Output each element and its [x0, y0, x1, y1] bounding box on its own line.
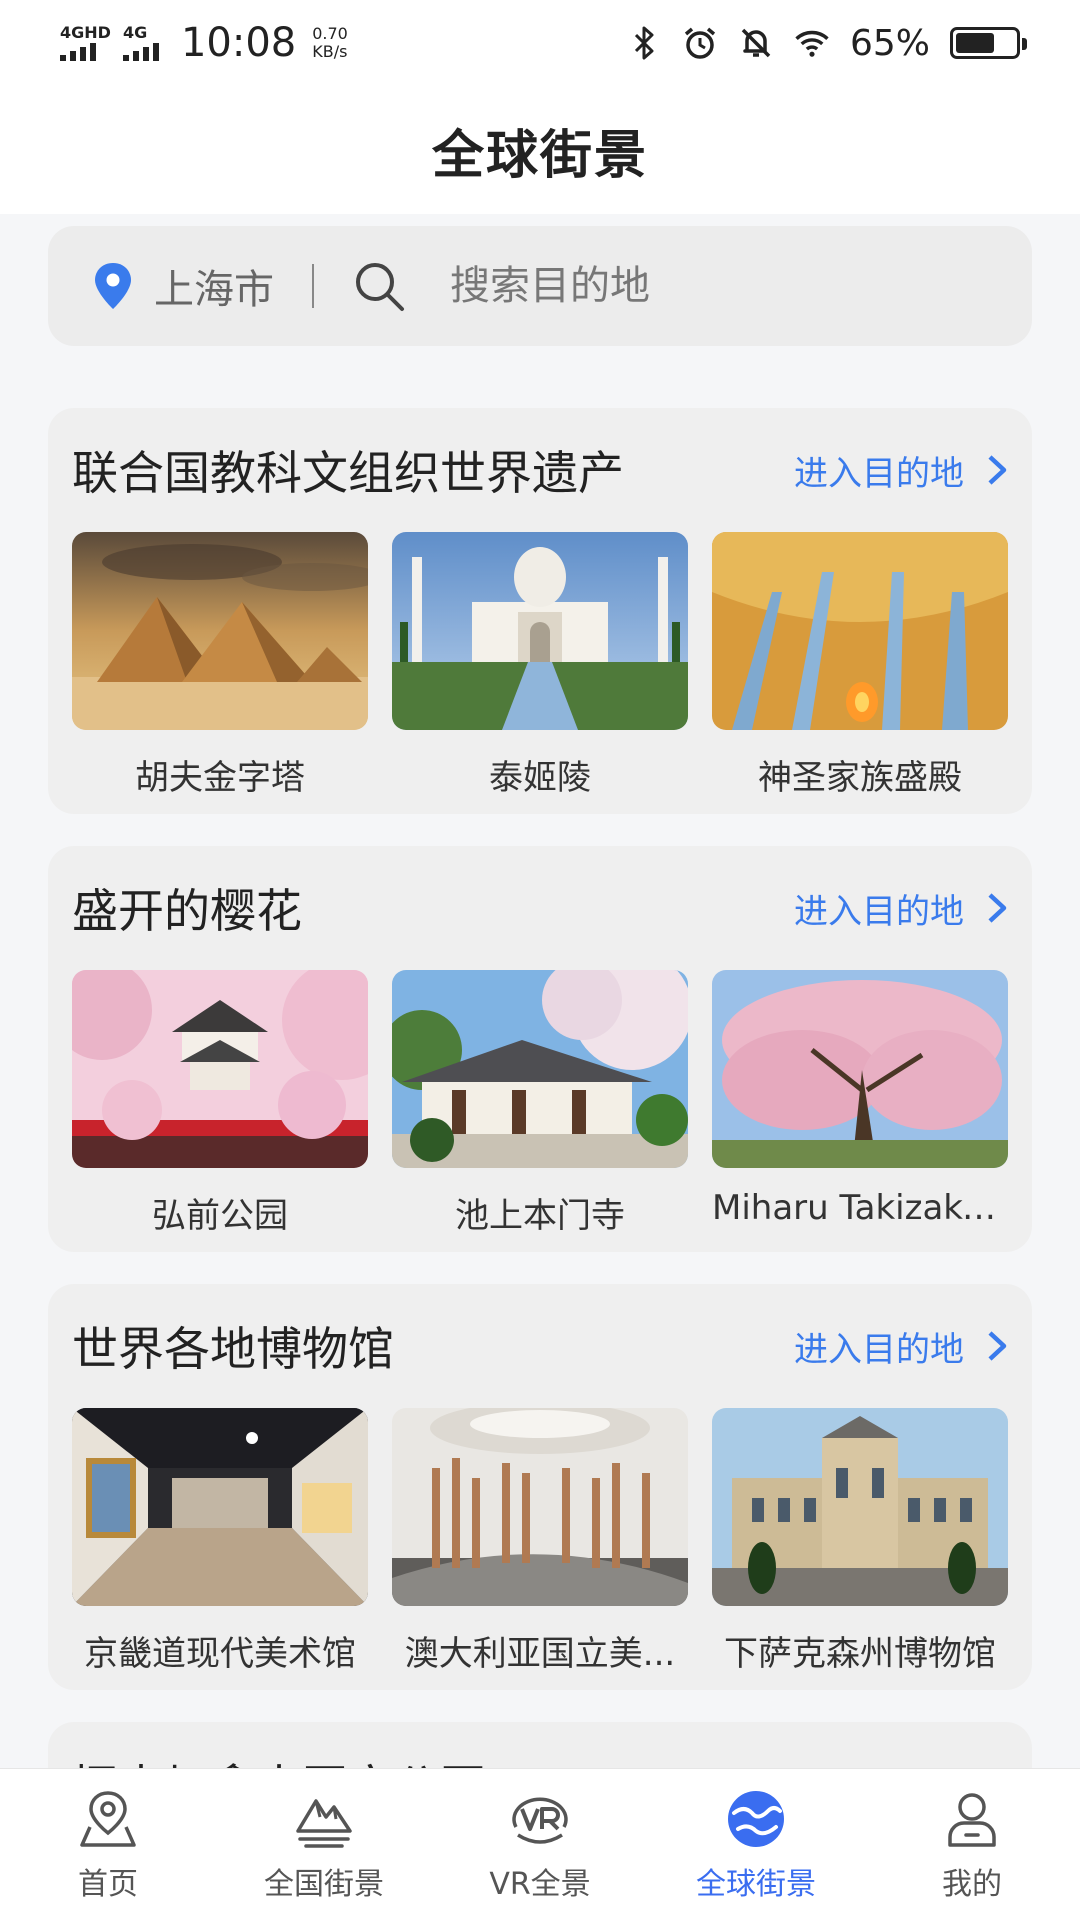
destination-label: 泰姬陵 [489, 758, 591, 798]
chevron-right-icon [988, 1331, 1007, 1361]
destination-label: 胡夫金字塔 [135, 758, 305, 798]
search-input[interactable] [450, 263, 950, 309]
signal-bars-icon [60, 43, 96, 61]
destination-cards: 胡夫金字塔 泰姬陵 神圣家族盛殿 [72, 532, 1008, 799]
mountain-icon [296, 1798, 352, 1848]
status-bar: 4GHD 4G 10:08 0.70 KB/s 65% [0, 0, 1080, 86]
nav-label: VR全景 [489, 1866, 591, 1902]
status-left: 4GHD 4G 10:08 0.70 KB/s [60, 20, 348, 66]
page-title: 全球街景 [431, 125, 648, 186]
search-icon[interactable] [352, 259, 406, 313]
speed-unit: KB/s [312, 42, 348, 61]
alarm-icon [682, 25, 718, 61]
section-museums: 世界各地博物馆 进入目的地 京畿道现代美术馆 澳大利亚国立美... 下萨克森州博… [48, 1284, 1032, 1690]
nav-label: 全球街景 [696, 1866, 816, 1902]
enter-destination-link[interactable]: 进入目的地 [794, 884, 1008, 933]
section-unesco: 联合国教科文组织世界遗产 进入目的地 胡夫金字塔 泰姬陵 神圣家族盛殿 [48, 408, 1032, 814]
national-gallery-australia-image [392, 1408, 688, 1606]
network-speed: 0.70 KB/s [312, 25, 348, 61]
nav-profile[interactable]: 我的 [872, 1787, 1072, 1903]
destination-label: 神圣家族盛殿 [758, 758, 962, 798]
nav-home[interactable]: 首页 [8, 1787, 208, 1903]
battery-icon [950, 27, 1027, 59]
nav-vr-panorama[interactable]: VR全景 [440, 1787, 640, 1903]
signal-2: 4G [122, 23, 159, 61]
ikegami-honmonji-image [392, 970, 688, 1168]
mute-bell-icon [738, 25, 774, 61]
destination-card[interactable]: Miharu Takizakura [712, 970, 1008, 1237]
hirosaki-park-image [72, 970, 368, 1168]
enter-destination-label: 进入目的地 [794, 453, 964, 494]
destination-cards: 京畿道现代美术馆 澳大利亚国立美... 下萨克森州博物馆 [72, 1408, 1008, 1675]
chevron-right-icon [988, 893, 1007, 923]
destination-card[interactable]: 下萨克森州博物馆 [712, 1408, 1008, 1675]
map-pin-icon [80, 1790, 136, 1847]
section-title: 盛开的樱花 [72, 884, 302, 938]
gyeonggi-museum-image [72, 1408, 368, 1606]
destination-card[interactable]: 京畿道现代美术馆 [72, 1408, 368, 1675]
clock: 10:08 [180, 20, 297, 66]
section-header: 盛开的樱花 进入目的地 [72, 846, 1008, 970]
destination-card[interactable]: 神圣家族盛殿 [712, 532, 1008, 799]
search-divider [312, 264, 314, 308]
destination-card[interactable]: 胡夫金字塔 [72, 532, 368, 799]
section-title: 世界各地博物馆 [72, 1322, 394, 1376]
nav-label: 首页 [78, 1866, 138, 1902]
battery-fill [956, 33, 994, 53]
speed-value: 0.70 [312, 24, 348, 43]
location-pin-icon[interactable] [92, 261, 134, 311]
sagrada-familia-image [712, 532, 1008, 730]
signal-1: 4GHD [60, 25, 111, 61]
miharu-takizakura-image [712, 970, 1008, 1168]
enter-destination-link[interactable]: 进入目的地 [794, 446, 1008, 495]
city-selector[interactable]: 上海市 [154, 257, 274, 315]
battery-percent: 65% [849, 22, 930, 64]
vr-icon [512, 1797, 568, 1844]
enter-destination-label: 进入目的地 [794, 1329, 964, 1370]
nav-label: 我的 [942, 1866, 1002, 1902]
signal-1-label: 4GHD [60, 23, 111, 42]
section-header: 世界各地博物馆 进入目的地 [72, 1284, 1008, 1408]
pyramids-image [72, 532, 368, 730]
search-bar: 上海市 [48, 226, 1032, 346]
nav-global-streetview[interactable]: 全球街景 [656, 1787, 856, 1903]
destination-cards: 弘前公园 池上本门寺 Miharu Takizakura [72, 970, 1008, 1237]
section-cherry-blossoms: 盛开的樱花 进入目的地 弘前公园 池上本门寺 Miharu Takizakura [48, 846, 1032, 1252]
destination-card[interactable]: 池上本门寺 [392, 970, 688, 1237]
lower-saxony-museum-image [712, 1408, 1008, 1606]
bluetooth-icon [626, 25, 662, 61]
wifi-icon [794, 25, 830, 61]
signal-bars-icon [122, 43, 159, 61]
destination-label: 下萨克森州博物馆 [724, 1634, 996, 1674]
section-title: 联合国教科文组织世界遗产 [72, 446, 624, 500]
destination-label: Miharu Takizakura [712, 1188, 1008, 1228]
status-right: 65% [626, 22, 1027, 64]
enter-destination-link[interactable]: 进入目的地 [794, 1322, 1008, 1371]
bottom-nav: 首页 全国街景 VR全景 全球街景 我的 [0, 1768, 1080, 1920]
person-icon [948, 1792, 996, 1847]
signal-2-label: 4G [122, 23, 148, 42]
section-header: 联合国教科文组织世界遗产 进入目的地 [72, 408, 1008, 532]
destination-label: 池上本门寺 [455, 1196, 625, 1236]
enter-destination-label: 进入目的地 [794, 891, 964, 932]
destination-label: 澳大利亚国立美... [404, 1634, 676, 1674]
destination-label: 京畿道现代美术馆 [84, 1634, 356, 1674]
chevron-right-icon [988, 455, 1007, 485]
destination-card[interactable]: 弘前公园 [72, 970, 368, 1237]
title-bar: 全球街景 [0, 86, 1080, 214]
nav-national-streetview[interactable]: 全国街景 [224, 1787, 424, 1903]
destination-card[interactable]: 澳大利亚国立美... [392, 1408, 688, 1675]
destination-label: 弘前公园 [152, 1196, 288, 1236]
destination-card[interactable]: 泰姬陵 [392, 532, 688, 799]
nav-label: 全国街景 [264, 1866, 384, 1902]
globe-icon [728, 1790, 784, 1847]
taj-mahal-image [392, 532, 688, 730]
